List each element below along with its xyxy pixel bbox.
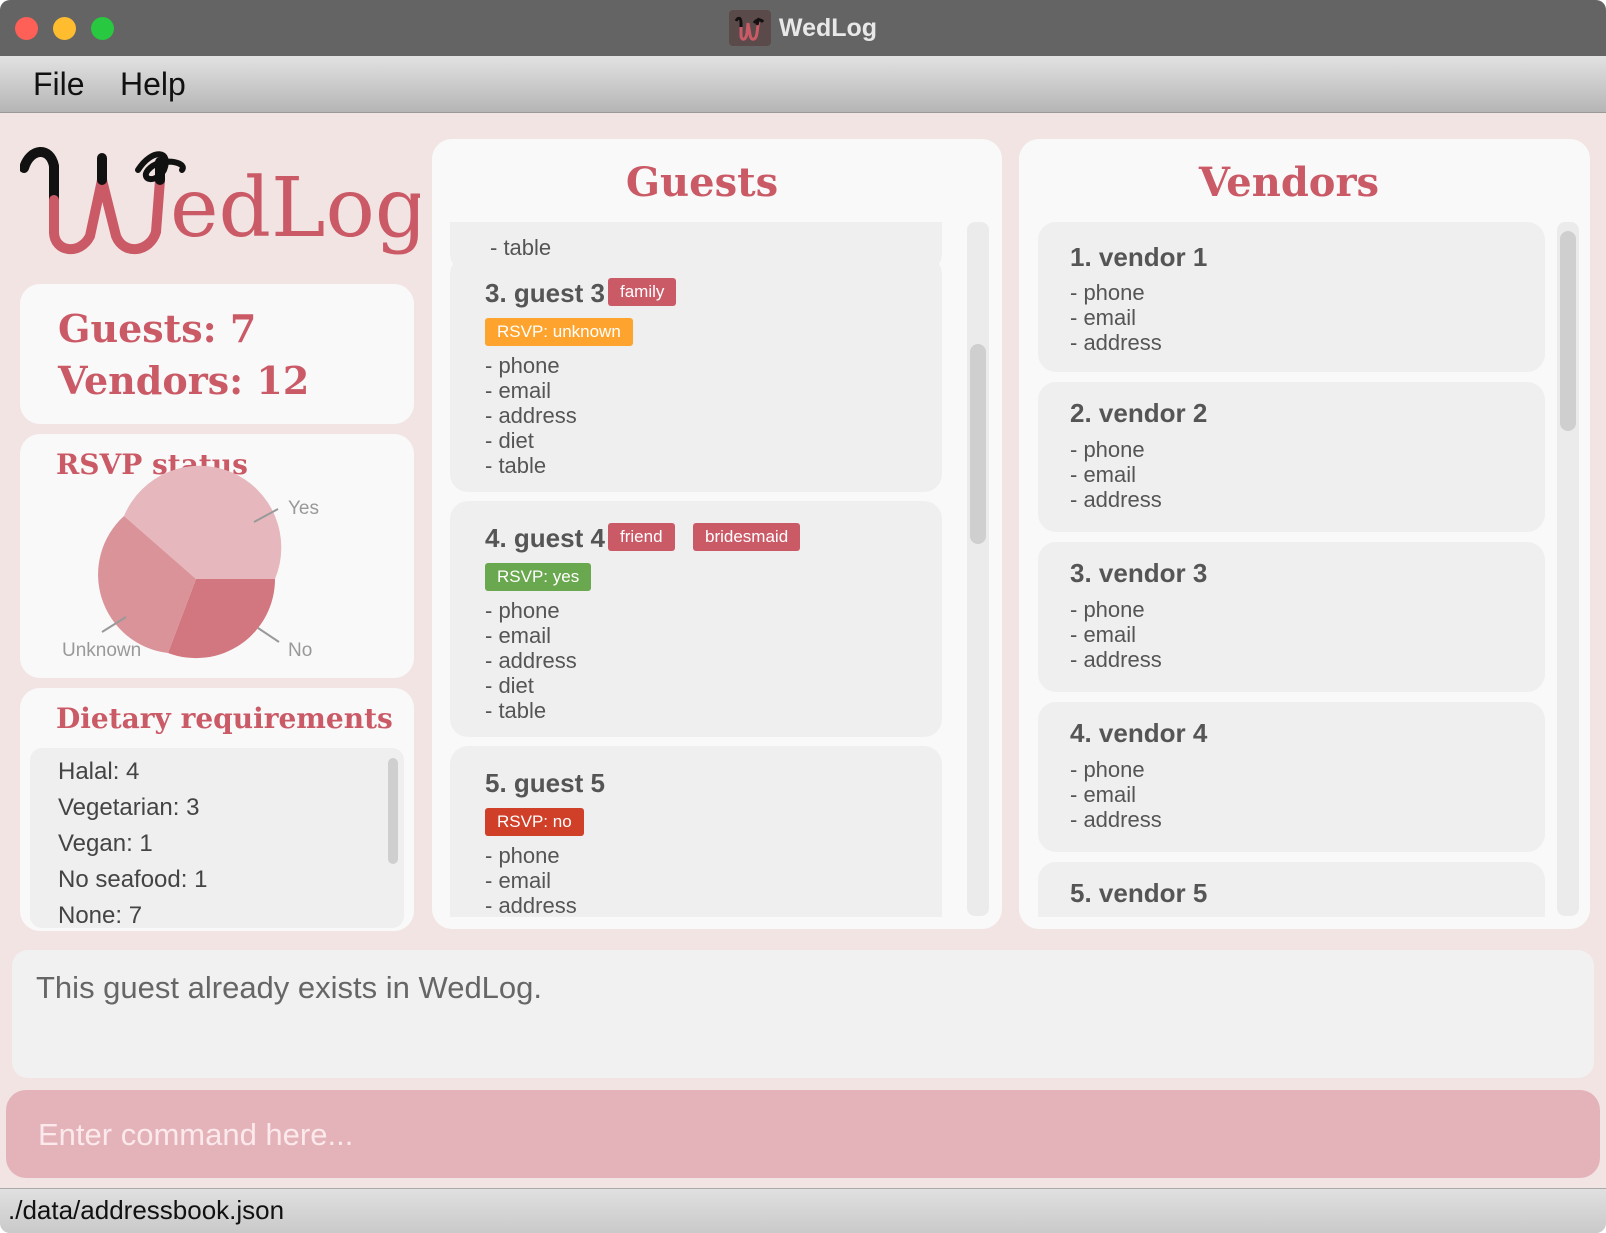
diet-item: Vegetarian: 3 [58, 794, 200, 821]
guest-field: - phone [485, 843, 560, 868]
title-bar: WedLog [0, 0, 1606, 56]
diet-item: Vegan: 1 [58, 830, 153, 857]
svg-text:edLog: edLog [170, 161, 420, 256]
rsvp-badge: RSVP: unknown [485, 318, 633, 346]
vendor-card[interactable]: 5. vendor 5 [1038, 862, 1545, 917]
vendor-field: - phone [1070, 757, 1145, 782]
vendor-card[interactable]: 3. vendor 3 - phone - email - address [1038, 542, 1545, 692]
guests-panel: Guests - table 3. guest 3 family RSVP: u… [432, 139, 1002, 929]
guest-card[interactable]: 3. guest 3 family RSVP: unknown - phone … [450, 256, 942, 492]
menu-file[interactable]: File [33, 66, 85, 103]
vendor-card[interactable]: 4. vendor 4 - phone - email - address [1038, 702, 1545, 852]
vendor-field: - email [1070, 782, 1137, 807]
guest-card[interactable]: 4. guest 4 friend bridesmaid RSVP: yes -… [450, 501, 942, 737]
guest-field: - address [485, 403, 577, 428]
vendor-list[interactable]: 1. vendor 1 - phone - email - address 2.… [1038, 222, 1545, 917]
guest-tag: friend [608, 523, 675, 551]
vendor-field: - email [1070, 462, 1137, 487]
rsvp-pie-chart: Yes No Unknown [62, 465, 319, 661]
command-input[interactable] [36, 1110, 1540, 1160]
diet-item: None: 7 [58, 902, 143, 928]
guest-field: - phone [485, 353, 560, 378]
vendor-field: - address [1070, 330, 1162, 355]
vendor-count: Vendors: 12 [58, 358, 310, 403]
vendor-card[interactable]: 2. vendor 2 - phone - email - address [1038, 382, 1545, 532]
vendor-field: - phone [1070, 437, 1145, 462]
menu-bar: File Help [0, 56, 1606, 113]
guest-name: 5. guest 5 [485, 768, 605, 798]
vendor-name: 3. vendor 3 [1070, 558, 1208, 588]
vendor-field: - address [1070, 487, 1162, 512]
file-path: ./data/addressbook.json [8, 1195, 285, 1225]
pie-label-yes: Yes [288, 498, 319, 519]
app-icon [728, 10, 771, 46]
vendor-field: - email [1070, 622, 1137, 647]
guest-card[interactable]: 5. guest 5 RSVP: no - phone - email - ad… [450, 746, 942, 917]
guest-tag: family [608, 278, 677, 306]
guest-field: - address [485, 893, 577, 917]
status-bar: ./data/addressbook.json [0, 1188, 1606, 1233]
vendor-field: - email [1070, 305, 1137, 330]
guest-field: - diet [485, 673, 534, 698]
vendor-name: 2. vendor 2 [1070, 398, 1208, 428]
vendors-panel: Vendors 1. vendor 1 - phone - email - ad… [1019, 139, 1590, 929]
vendors-title: Vendors [1198, 159, 1380, 206]
wedlog-logo: edLog [19, 140, 427, 260]
pie-label-no: No [288, 640, 312, 661]
guest-name: 4. guest 4 [485, 523, 605, 553]
dietary-title: Dietary requirements [56, 702, 393, 735]
guest-list[interactable]: - table 3. guest 3 family RSVP: unknown … [450, 222, 942, 917]
guest-field: - table [485, 453, 547, 478]
command-box[interactable] [6, 1090, 1600, 1178]
result-display[interactable]: This guest already exists in WedLog. [12, 950, 1594, 1078]
guest-field: - email [485, 378, 552, 403]
guest-field: - table [485, 698, 547, 723]
guest-field: - diet [485, 428, 534, 453]
title-wrap: WedLog [0, 0, 1606, 56]
vendor-field: - phone [1070, 597, 1145, 622]
rsvp-panel: RSVP status Yes No Unknown [20, 434, 414, 678]
vendor-field: - phone [1070, 280, 1145, 305]
guest-field: - email [485, 623, 552, 648]
vendor-name: 5. vendor 5 [1070, 878, 1208, 908]
guest-count: Guests: 7 [58, 306, 257, 351]
diet-item: Halal: 4 [58, 758, 140, 785]
app-window: WedLog File Help edLog Guests: 7 Vendors… [0, 0, 1606, 1233]
vendor-card[interactable]: 1. vendor 1 - phone - email - address [1038, 222, 1545, 372]
vendor-field: - address [1070, 647, 1162, 672]
diet-item: No seafood: 1 [58, 866, 208, 893]
result-message: This guest already exists in WedLog. [36, 970, 543, 1005]
vendor-name: 4. vendor 4 [1070, 718, 1208, 748]
rsvp-badge: RSVP: yes [485, 563, 592, 591]
dietary-scrollbar[interactable] [388, 758, 398, 864]
menu-help[interactable]: Help [120, 66, 186, 103]
guests-title: Guests [625, 159, 779, 206]
dietary-list[interactable]: Halal: 4 Vegetarian: 3 Vegan: 1 No seafo… [30, 748, 404, 928]
window-title: WedLog [778, 13, 878, 42]
stats-panel: Guests: 7 Vendors: 12 [20, 284, 414, 424]
guest-field: - address [485, 648, 577, 673]
vendors-scrollbar-thumb[interactable] [1560, 231, 1576, 431]
vendor-name: 1. vendor 1 [1070, 242, 1208, 272]
guest-tag: bridesmaid [693, 523, 801, 551]
guests-scrollbar-track[interactable] [967, 222, 989, 916]
rsvp-badge: RSVP: no [485, 808, 584, 836]
dietary-panel: Dietary requirements Halal: 4 Vegetarian… [20, 688, 414, 931]
guest-field: - phone [485, 598, 560, 623]
guest-field: - email [485, 868, 552, 893]
guest-name: 3. guest 3 [485, 278, 605, 308]
vendor-field: - address [1070, 807, 1162, 832]
pie-label-unknown: Unknown [62, 640, 141, 661]
guests-scrollbar-thumb[interactable] [970, 344, 986, 544]
